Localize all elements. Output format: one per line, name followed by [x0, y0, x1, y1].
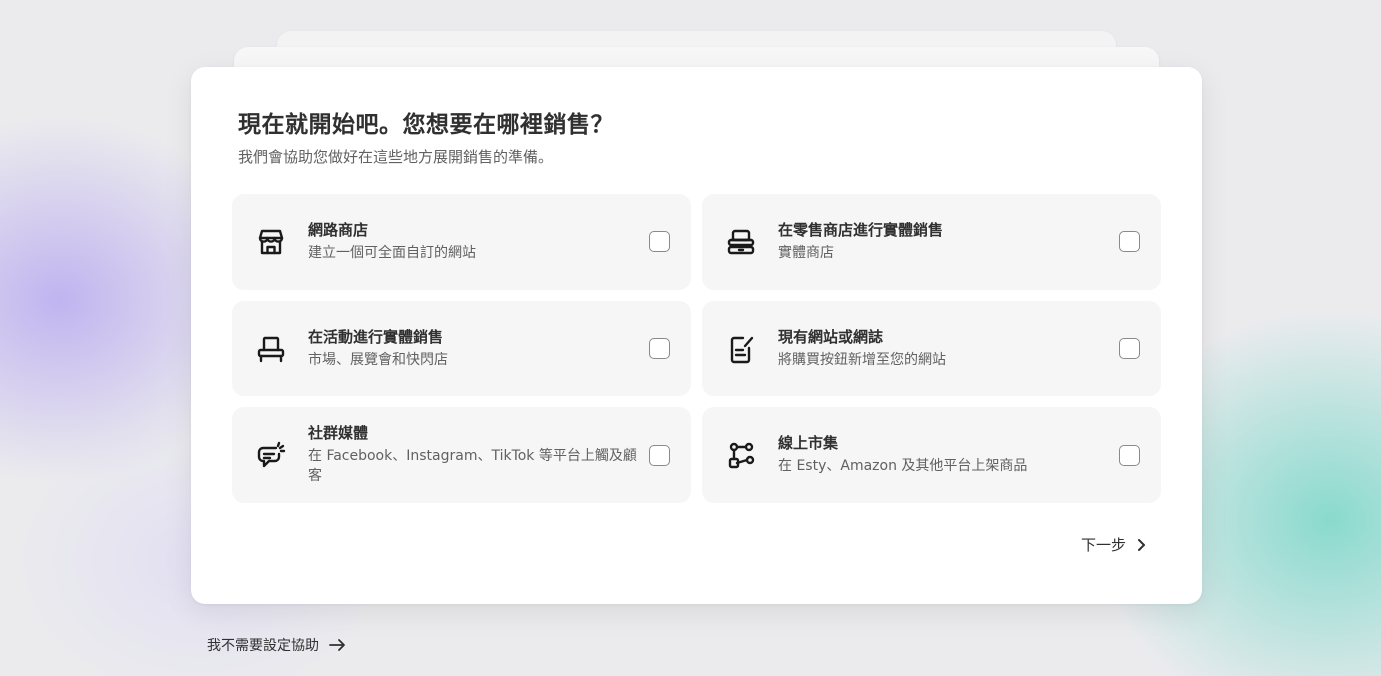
- page-subtitle: 我們會協助您做好在這些地方展開銷售的準備。: [238, 148, 554, 166]
- option-title: 現有網站或網誌: [778, 328, 884, 346]
- setup-card: 現在就開始吧。您想要在哪裡銷售？ 我們會協助您做好在這些地方展開銷售的準備。 網…: [191, 67, 1202, 604]
- checkbox[interactable]: [649, 445, 670, 466]
- social-chat-icon: [255, 439, 287, 471]
- checkbox[interactable]: [649, 338, 670, 359]
- option-online-store[interactable]: 網路商店 建立一個可全面自訂的網站: [232, 194, 691, 290]
- next-button-label: 下一步: [1080, 536, 1126, 554]
- store-icon: [255, 226, 287, 258]
- option-description: 將購買按鈕新增至您的網站: [778, 352, 946, 368]
- skip-setup-link[interactable]: 我不需要設定協助: [207, 635, 347, 655]
- option-events[interactable]: 在活動進行實體銷售 市場、展覽會和快閃店: [232, 301, 691, 396]
- option-title: 社群媒體: [308, 424, 369, 442]
- option-description: 建立一個可全面自訂的網站: [308, 245, 476, 261]
- option-existing-website[interactable]: 現有網站或網誌 將購買按鈕新增至您的網站: [702, 301, 1161, 396]
- skip-setup-label: 我不需要設定協助: [207, 638, 319, 654]
- next-button[interactable]: 下一步: [1081, 534, 1148, 555]
- edit-document-icon: [725, 333, 757, 365]
- checkbox[interactable]: [1119, 231, 1140, 252]
- option-marketplaces[interactable]: 線上市集 在 Esty、Amazon 及其他平台上架商品: [702, 407, 1161, 503]
- chevron-right-icon: [1134, 538, 1148, 552]
- page-title: 現在就開始吧。您想要在哪裡銷售？: [238, 112, 614, 138]
- option-description: 實體商店: [778, 245, 834, 261]
- market-stall-icon: [255, 333, 287, 365]
- option-description: 在 Esty、Amazon 及其他平台上架商品: [778, 458, 1028, 474]
- checkbox[interactable]: [1119, 445, 1140, 466]
- option-title: 線上市集: [778, 434, 839, 452]
- option-description: 市場、展覽會和快閃店: [308, 352, 448, 368]
- pos-terminal-icon: [725, 226, 757, 258]
- option-title: 在零售商店進行實體銷售: [778, 221, 944, 239]
- checkbox[interactable]: [1119, 338, 1140, 359]
- arrow-right-icon: [327, 635, 347, 655]
- option-title: 在活動進行實體銷售: [308, 328, 444, 346]
- marketplace-nodes-icon: [725, 439, 757, 471]
- option-description: 在 Facebook、Instagram、TikTok 等平台上觸及顧客: [308, 448, 637, 484]
- option-title: 網路商店: [308, 221, 369, 239]
- checkbox[interactable]: [649, 231, 670, 252]
- option-retail-store[interactable]: 在零售商店進行實體銷售 實體商店: [702, 194, 1161, 290]
- option-social-media[interactable]: 社群媒體 在 Facebook、Instagram、TikTok 等平台上觸及顧…: [232, 407, 691, 503]
